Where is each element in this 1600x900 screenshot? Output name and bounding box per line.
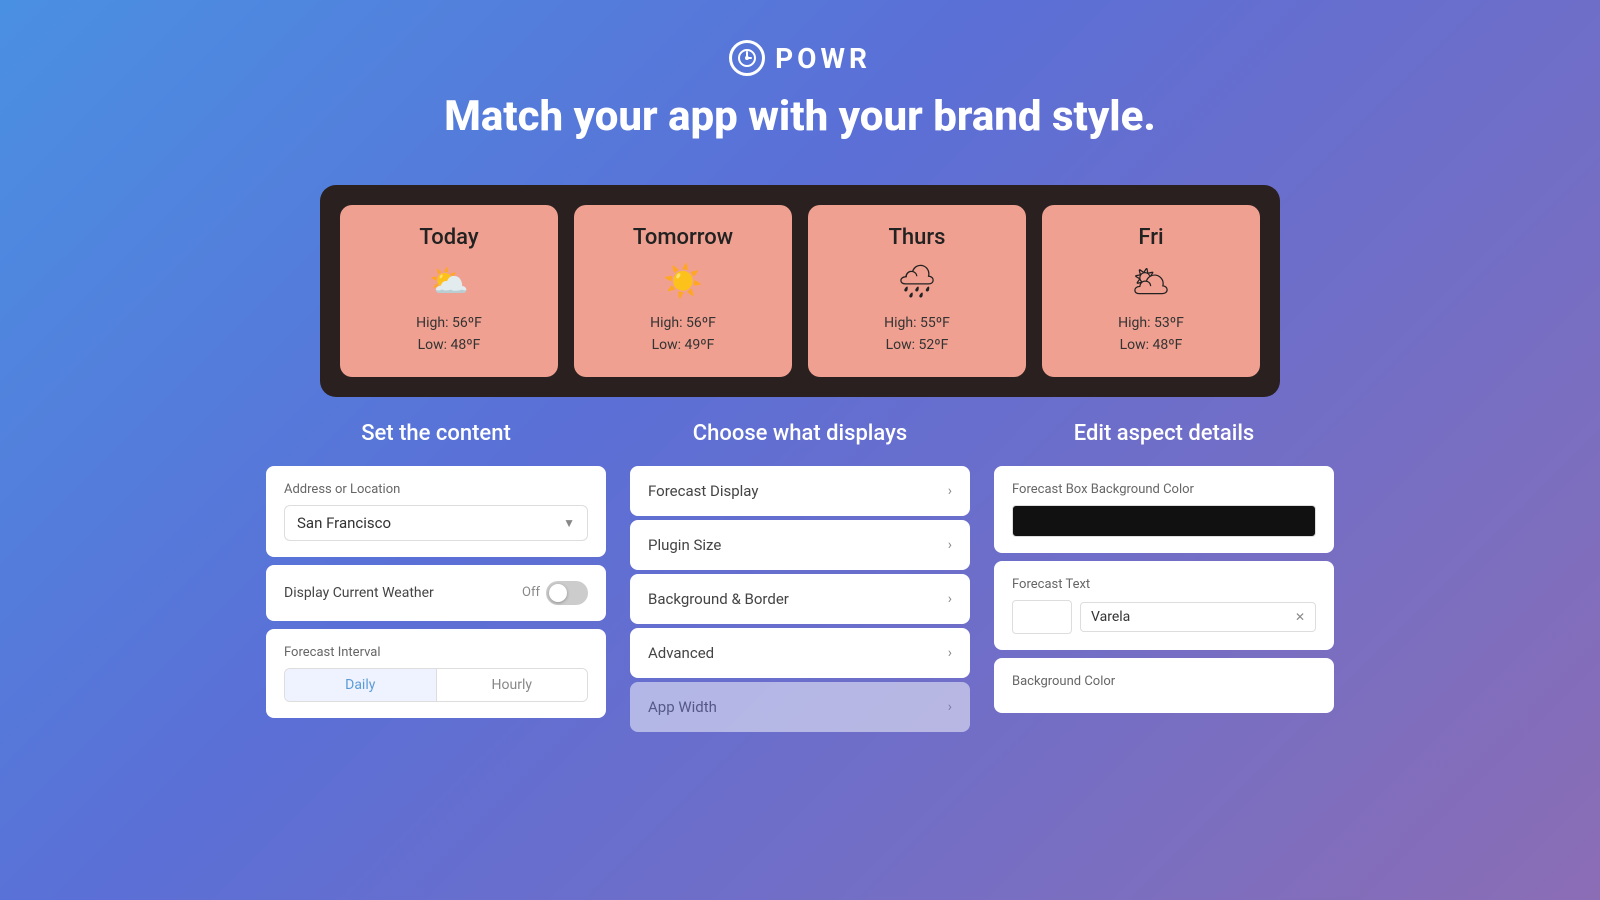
bg-color-label: Forecast Box Background Color <box>1012 482 1316 497</box>
header: POWR Match your app with your brand styl… <box>0 0 1600 161</box>
tagline: Match your app with your brand style. <box>20 92 1580 141</box>
weather-card: Tomorrow ☀️ High: 56ºFLow: 49ºF <box>574 205 792 377</box>
display-weather-card: Display Current Weather Off <box>266 565 606 621</box>
menu-item[interactable]: Advanced › <box>630 628 970 678</box>
font-remove-icon[interactable]: ✕ <box>1295 610 1305 624</box>
weather-day: Today <box>356 225 542 250</box>
sections-container: Set the content Address or Location San … <box>0 421 1600 736</box>
logo-icon <box>729 40 765 76</box>
section-middle-title: Choose what displays <box>630 421 970 446</box>
menu-item-label: Advanced <box>648 644 714 662</box>
chevron-right-icon: › <box>948 537 952 553</box>
weather-card: Thurs 🌧 High: 55ºFLow: 52ºF <box>808 205 1026 377</box>
section-middle: Choose what displays Forecast Display › … <box>630 421 970 736</box>
chevron-right-icon: › <box>948 645 952 661</box>
toggle-container: Off <box>522 581 588 605</box>
bg-color-swatch[interactable] <box>1012 505 1316 537</box>
weather-icon: 🌧 <box>824 262 1010 300</box>
bg-color-card: Forecast Box Background Color <box>994 466 1334 553</box>
bg-color2-card: Background Color <box>994 658 1334 713</box>
menu-items-list: Forecast Display › Plugin Size › Backgro… <box>630 466 970 732</box>
address-label: Address or Location <box>284 482 588 497</box>
menu-item[interactable]: Plugin Size › <box>630 520 970 570</box>
weather-icon: 🌥 <box>1058 262 1244 300</box>
menu-item[interactable]: Forecast Display › <box>630 466 970 516</box>
font-color-box[interactable] <box>1012 600 1072 634</box>
menu-item-label: Forecast Display <box>648 482 758 500</box>
menu-item-label: App Width <box>648 698 717 716</box>
section-left-title: Set the content <box>266 421 606 446</box>
display-weather-label: Display Current Weather <box>284 585 434 601</box>
chevron-right-icon: › <box>948 483 952 499</box>
font-name: Varela <box>1091 609 1130 625</box>
menu-item-label: Plugin Size <box>648 536 721 554</box>
address-dropdown[interactable]: San Francisco ▼ <box>284 505 588 541</box>
font-selector: Varela ✕ <box>1012 600 1316 634</box>
forecast-text-label: Forecast Text <box>1012 577 1316 592</box>
dropdown-arrow-icon: ▼ <box>563 516 575 530</box>
interval-buttons: Daily Hourly <box>284 668 588 702</box>
interval-daily-button[interactable]: Daily <box>285 669 437 701</box>
interval-card: Forecast Interval Daily Hourly <box>266 629 606 718</box>
weather-day: Thurs <box>824 225 1010 250</box>
weather-temps: High: 55ºFLow: 52ºF <box>824 312 1010 357</box>
weather-day: Fri <box>1058 225 1244 250</box>
interval-label: Forecast Interval <box>284 645 588 660</box>
weather-temps: High: 56ºFLow: 49ºF <box>590 312 776 357</box>
toggle-row: Display Current Weather Off <box>284 581 588 605</box>
chevron-right-icon: › <box>948 699 952 715</box>
menu-item[interactable]: App Width › <box>630 682 970 732</box>
weather-card: Fri 🌥 High: 53ºFLow: 48ºF <box>1042 205 1260 377</box>
address-card: Address or Location San Francisco ▼ <box>266 466 606 557</box>
weather-widget: Today ⛅ High: 56ºFLow: 48ºF Tomorrow ☀️ … <box>320 185 1280 397</box>
logo: POWR <box>20 40 1580 76</box>
weather-icon: ⛅ <box>356 262 542 300</box>
weather-temps: High: 53ºFLow: 48ºF <box>1058 312 1244 357</box>
font-tag[interactable]: Varela ✕ <box>1080 602 1316 632</box>
weather-temps: High: 56ºFLow: 48ºF <box>356 312 542 357</box>
chevron-right-icon: › <box>948 591 952 607</box>
toggle-thumb <box>549 584 567 602</box>
menu-item[interactable]: Background & Border › <box>630 574 970 624</box>
section-left: Set the content Address or Location San … <box>266 421 606 736</box>
weather-preview: Today ⛅ High: 56ºFLow: 48ºF Tomorrow ☀️ … <box>0 185 1600 397</box>
weather-card: Today ⛅ High: 56ºFLow: 48ºF <box>340 205 558 377</box>
display-weather-toggle[interactable] <box>546 581 588 605</box>
weather-icon: ☀️ <box>590 262 776 300</box>
interval-hourly-button[interactable]: Hourly <box>437 669 588 701</box>
section-right: Edit aspect details Forecast Box Backgro… <box>994 421 1334 736</box>
weather-day: Tomorrow <box>590 225 776 250</box>
bg-color2-label: Background Color <box>1012 674 1316 689</box>
toggle-off-text: Off <box>522 585 540 600</box>
logo-text: POWR <box>775 42 871 75</box>
forecast-text-card: Forecast Text Varela ✕ <box>994 561 1334 650</box>
address-value: San Francisco <box>297 514 391 532</box>
section-right-title: Edit aspect details <box>994 421 1334 446</box>
menu-item-label: Background & Border <box>648 590 789 608</box>
